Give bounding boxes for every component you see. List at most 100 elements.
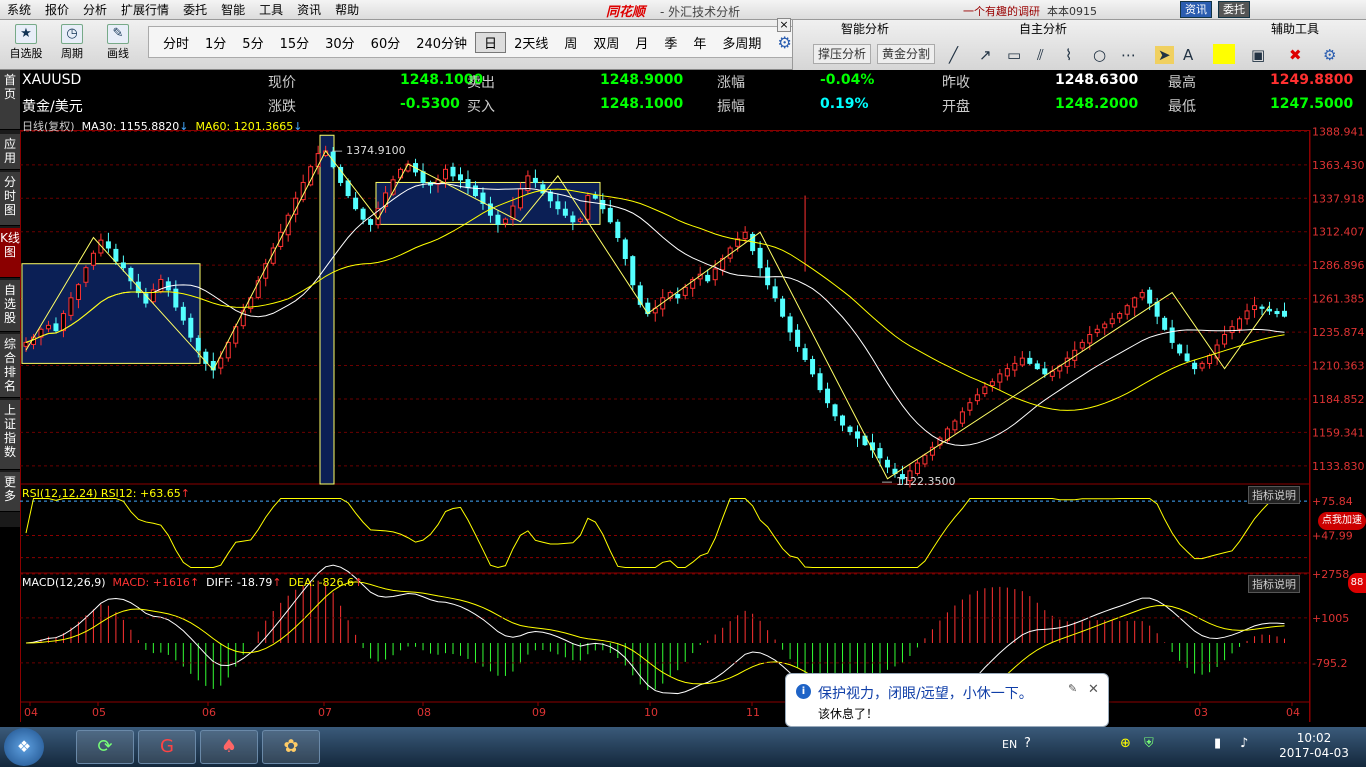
candle-body-81[interactable] [630,256,636,286]
sidebar-tab-4[interactable]: 自选股 [0,280,20,332]
candle-body-73[interactable] [570,215,576,223]
sidebar-tab-3[interactable]: K线图 [0,228,20,278]
candle-body-12[interactable] [113,248,119,262]
candle-body-155[interactable] [1184,353,1190,362]
macd-indicator-help-button[interactable]: 指标说明 [1248,575,1300,593]
candle-body-63[interactable] [495,214,501,225]
period-14[interactable]: 多周期 [714,33,769,52]
candle-body-27[interactable] [225,341,231,359]
candle-body-153[interactable] [1169,327,1175,343]
candle-body-135[interactable] [1034,363,1040,370]
menu-item-6[interactable]: 工具 [252,1,290,18]
candle-body-162[interactable] [1237,318,1243,330]
candle-body-109[interactable] [840,415,846,426]
candle-body-165[interactable] [1259,306,1265,309]
candle-body-142[interactable] [1087,334,1093,344]
candle-body-6[interactable] [68,297,74,316]
candle-body-160[interactable] [1222,334,1228,345]
candle-body-157[interactable] [1199,362,1205,369]
candle-body-72[interactable] [562,208,568,216]
candle-body-164[interactable] [1252,305,1258,311]
candle-body-56[interactable] [443,168,449,180]
candle-body-53[interactable] [420,171,426,183]
candle-body-167[interactable] [1274,311,1280,315]
tray-add-icon[interactable]: ⊕ [1120,736,1131,751]
period-0[interactable]: 分时 [155,33,197,52]
candle-body-115[interactable] [884,459,890,468]
candle-body-76[interactable] [592,195,598,199]
candle-body-3[interactable] [45,324,51,330]
candle-body-161[interactable] [1229,326,1235,334]
candle-body-96[interactable] [742,231,748,240]
candle-body-127[interactable] [974,394,980,402]
candle-body-13[interactable] [120,262,126,269]
kline-chart-svg[interactable]: 1388.941 1363.430 1337.918 1312.407 1286.896… [20,118,1366,722]
ray-tool-icon[interactable]: ↗ [979,46,992,64]
candle-body-74[interactable] [577,218,583,222]
pin-icon[interactable]: ✎ [1068,682,1077,695]
candle-body-146[interactable] [1117,313,1123,319]
help-icon[interactable]: ? [1024,736,1031,751]
candle-body-168[interactable] [1282,310,1288,317]
candle-body-8[interactable] [83,267,89,283]
candle-body-148[interactable] [1132,297,1138,308]
candle-body-44[interactable] [353,197,359,210]
sidebar-tab-0[interactable]: 首页 [0,70,20,130]
sidebar-tab-6[interactable]: 上证指数 [0,400,20,470]
more-tools-icon[interactable]: ⋯ [1121,46,1136,64]
candle-body-71[interactable] [555,201,561,210]
candle-body-70[interactable] [547,191,553,202]
cursor-icon[interactable]: ➤ [1155,46,1174,64]
candle-body-78[interactable] [607,207,613,223]
channel-tool-icon[interactable]: ⫽ [1037,46,1044,64]
news-button[interactable]: 资讯 [1180,1,1212,18]
menu-item-5[interactable]: 智能 [214,1,252,18]
period-12[interactable]: 季 [656,33,685,52]
candle-body-59[interactable] [465,179,471,189]
candle-body-91[interactable] [705,274,711,282]
candle-body-114[interactable] [877,448,883,459]
candle-body-152[interactable] [1162,317,1168,330]
sidebar-tab-2[interactable]: 分时图 [0,172,20,226]
candle-body-98[interactable] [757,247,763,269]
candle-body-46[interactable] [368,219,374,225]
candle-body-163[interactable] [1244,310,1250,320]
candle-body-147[interactable] [1124,305,1130,315]
pattern-box-2[interactable] [319,134,335,485]
period-8[interactable]: 2天线 [506,33,556,52]
candle-body-149[interactable] [1139,292,1145,298]
candle-body-101[interactable] [780,298,786,317]
candle-body-119[interactable] [914,462,920,474]
candle-body-60[interactable] [472,185,478,197]
candle-body-26[interactable] [218,357,224,369]
candle-body-107[interactable] [825,388,831,404]
candle-body-43[interactable] [345,180,351,197]
trade-button[interactable]: 委托 [1218,1,1250,18]
sidebar-tab-1[interactable]: 应用 [0,134,20,170]
candle-body-134[interactable] [1027,357,1033,364]
period-11[interactable]: 月 [627,33,656,52]
candle-body-136[interactable] [1042,368,1048,375]
candle-body-129[interactable] [989,381,995,387]
candle-body-131[interactable] [1004,368,1010,377]
candle-body-5[interactable] [60,313,66,332]
period-4[interactable]: 30分 [317,33,363,52]
candle-body-21[interactable] [180,306,186,321]
candle-body-68[interactable] [532,177,538,183]
close-icon[interactable]: × [777,18,791,32]
candle-body-10[interactable] [98,239,104,254]
candle-body-154[interactable] [1177,344,1183,354]
candle-body-111[interactable] [855,431,861,439]
candle-body-57[interactable] [450,166,456,177]
survey-link[interactable]: 一个有趣的调研 [963,5,1040,18]
candle-body-102[interactable] [787,316,793,333]
sidebar-tab-5[interactable]: 综合排名 [0,334,20,398]
candle-body-0[interactable] [23,341,29,347]
candle-body-103[interactable] [795,329,801,347]
candle-body-75[interactable] [585,195,591,220]
candle-body-45[interactable] [360,208,366,220]
candle-body-166[interactable] [1267,308,1273,312]
candle-body-4[interactable] [53,323,59,332]
period-2[interactable]: 5分 [234,33,271,52]
taskbar-app-tonghuashun-icon[interactable]: G [138,730,196,764]
